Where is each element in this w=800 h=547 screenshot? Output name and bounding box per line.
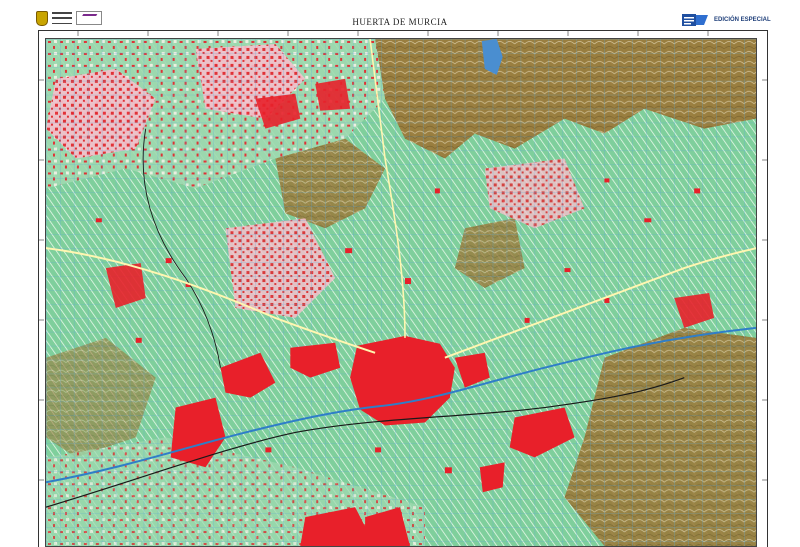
crest-icon — [36, 10, 48, 26]
edition-label: EDICIÓN ESPECIAL — [714, 17, 771, 23]
ministry-logo — [36, 10, 108, 26]
ministry-text-icon — [52, 12, 72, 24]
map-title: HUERTA DE MURCIA — [352, 17, 448, 27]
map-sheet: HUERTA DE MURCIA EDICIÓN ESPECIAL — [0, 0, 800, 547]
irrigation-grid — [46, 39, 756, 546]
urban-red-north-center — [315, 78, 351, 111]
ign-logo-icon — [76, 11, 102, 25]
cnig-logo-icon — [682, 14, 708, 26]
topographic-map[interactable] — [45, 38, 757, 547]
map-header: HUERTA DE MURCIA EDICIÓN ESPECIAL — [0, 0, 800, 30]
